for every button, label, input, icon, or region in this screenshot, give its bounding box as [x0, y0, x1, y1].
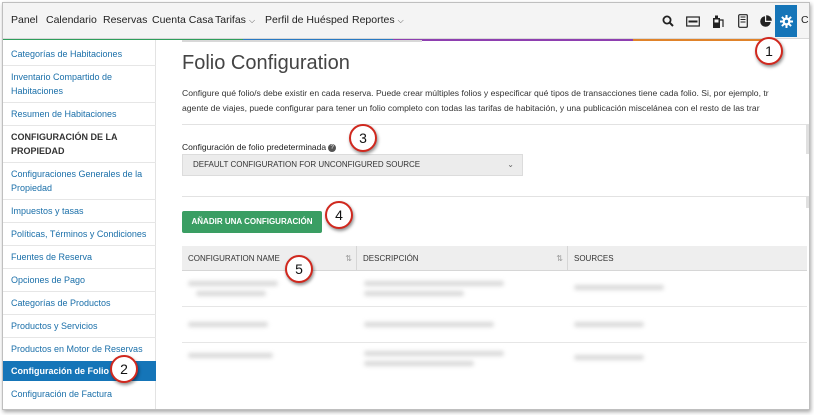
- sidebar-item-configuraciones-generales[interactable]: Configuraciones Generales de la Propieda…: [3, 167, 156, 195]
- sidebar-divider: [3, 162, 156, 163]
- redacted-cell: [364, 322, 494, 327]
- sort-icon[interactable]: ⇅: [345, 246, 352, 271]
- chevron-down-icon: ⌵: [248, 16, 256, 25]
- redacted-cell: [188, 322, 268, 327]
- redacted-cell: [364, 361, 474, 366]
- callout-4: 4: [325, 201, 353, 229]
- table-row[interactable]: [182, 271, 807, 307]
- table-header: CONFIGURATION NAME ⇅ DESCRIPCIÓN ⇅ SOURC…: [182, 246, 807, 271]
- settings-sidebar: Categorías de Habitaciones Inventario Co…: [3, 40, 156, 409]
- table-row[interactable]: [182, 343, 807, 379]
- column-header-label: CONFIGURATION NAME: [188, 254, 280, 263]
- gear-icon: [779, 14, 793, 28]
- sidebar-section-configuracion-propiedad: CONFIGURACIÓN DE LA PROPIEDAD: [11, 132, 118, 156]
- card-icon[interactable]: [683, 11, 703, 31]
- column-header-configuration-name[interactable]: CONFIGURATION NAME ⇅: [182, 246, 357, 271]
- nav-reservas[interactable]: Reservas: [103, 14, 147, 26]
- callout-1: 1: [755, 37, 783, 65]
- sidebar-item-resumen-habitaciones[interactable]: Resumen de Habitaciones: [3, 107, 156, 121]
- sidebar-item-categorias-productos[interactable]: Categorías de Productos: [3, 296, 156, 310]
- nav-reportes-label: Reportes: [352, 14, 395, 26]
- default-config-select[interactable]: DEFAULT CONFIGURATION FOR UNCONFIGURED S…: [182, 154, 523, 176]
- nav-cuenta-casa[interactable]: Cuenta Casa: [152, 14, 213, 26]
- redacted-cell: [364, 351, 504, 356]
- app-window: Panel Calendario Reservas Cuenta Casa Ta…: [2, 2, 810, 410]
- callout-3: 3: [349, 124, 377, 152]
- sidebar-divider: [3, 337, 156, 338]
- redacted-cell: [196, 291, 266, 296]
- redacted-cell: [364, 281, 504, 286]
- sidebar-divider: [3, 102, 156, 103]
- nav-panel[interactable]: Panel: [11, 14, 38, 26]
- scroll-indicator: [806, 124, 809, 154]
- default-config-label-text: Configuración de folio predeterminada: [182, 142, 327, 152]
- redacted-cell: [574, 322, 644, 327]
- default-config-value: DEFAULT CONFIGURATION FOR UNCONFIGURED S…: [193, 160, 421, 169]
- column-header-label: SOURCES: [574, 254, 614, 263]
- callout-2: 2: [110, 355, 138, 383]
- page-title: Folio Configuration: [182, 52, 350, 74]
- sidebar-item-productos-servicios[interactable]: Productos y Servicios: [3, 319, 156, 333]
- sidebar-divider: [3, 268, 156, 269]
- sidebar-divider: [3, 314, 156, 315]
- description-line-2: agente de viajes, puede configurar para …: [182, 102, 760, 113]
- sidebar-item-configuracion-factura[interactable]: Configuración de Factura: [3, 387, 156, 401]
- nav-calendario[interactable]: Calendario: [46, 14, 97, 26]
- sidebar-divider: [3, 291, 156, 292]
- redacted-cell: [188, 353, 273, 358]
- search-icon[interactable]: [658, 11, 678, 31]
- chevron-down-icon: ⌵: [397, 16, 404, 25]
- sidebar-item-opciones-pago[interactable]: Opciones de Pago: [3, 273, 156, 287]
- chevron-down-icon: ⌄: [507, 160, 514, 169]
- pie-chart-icon[interactable]: [755, 11, 775, 31]
- sidebar-divider: [3, 245, 156, 246]
- sidebar-divider: [3, 199, 156, 200]
- main-content: Folio Configuration Configure qué folio/…: [163, 40, 809, 409]
- page-description: Configure qué folio/s debe existir en ca…: [182, 86, 809, 115]
- section-divider: [182, 196, 807, 197]
- scroll-indicator: [806, 196, 809, 208]
- sidebar-item-categorias-habitaciones[interactable]: Categorías de Habitaciones: [3, 47, 156, 61]
- sidebar-item-politicas[interactable]: Políticas, Términos y Condiciones: [3, 227, 156, 241]
- default-config-label: Configuración de folio predeterminada?: [182, 142, 337, 152]
- column-header-sources: SOURCES: [568, 246, 807, 271]
- sort-icon[interactable]: ⇅: [556, 246, 563, 271]
- sidebar-item-impuestos-tasas[interactable]: Impuestos y tasas: [3, 204, 156, 218]
- nav-tarifas[interactable]: Tarifas ⌵: [215, 14, 255, 26]
- sidebar-item-productos-motor[interactable]: Productos en Motor de Reservas: [3, 342, 156, 356]
- top-navbar: Panel Calendario Reservas Cuenta Casa Ta…: [3, 3, 809, 39]
- callout-5: 5: [285, 255, 313, 283]
- sidebar-divider: [3, 222, 156, 223]
- description-line-1: Configure qué folio/s debe existir en ca…: [182, 88, 769, 98]
- redacted-cell: [188, 281, 278, 286]
- help-icon[interactable]: ?: [328, 143, 337, 152]
- column-header-label: DESCRIPCIÓN: [363, 254, 419, 263]
- nav-perfil-huesped[interactable]: Perfil de Huésped: [265, 14, 348, 26]
- tablet-icon[interactable]: [733, 11, 753, 31]
- redacted-cell: [574, 285, 664, 290]
- redacted-cell: [574, 355, 644, 360]
- nav-reportes[interactable]: Reportes ⌵: [352, 14, 404, 26]
- nav-tarifas-label: Tarifas: [215, 14, 246, 26]
- sidebar-divider: [3, 65, 156, 66]
- section-divider: [182, 124, 807, 125]
- table-row[interactable]: [182, 307, 807, 343]
- header-rule: [182, 40, 422, 42]
- settings-button[interactable]: [775, 5, 797, 37]
- sidebar-item-inventario-compartido[interactable]: Inventario Compartido de Habitaciones: [3, 70, 156, 98]
- sidebar-item-fuentes-reserva[interactable]: Fuentes de Reserva: [3, 250, 156, 264]
- nav-overflow[interactable]: C: [801, 14, 809, 26]
- column-header-descripcion[interactable]: DESCRIPCIÓN ⇅: [357, 246, 568, 271]
- add-configuration-button[interactable]: AÑADIR UNA CONFIGURACIÓN: [182, 211, 322, 233]
- sidebar-divider: [3, 125, 156, 126]
- redacted-cell: [364, 291, 464, 296]
- gas-icon[interactable]: [708, 11, 728, 31]
